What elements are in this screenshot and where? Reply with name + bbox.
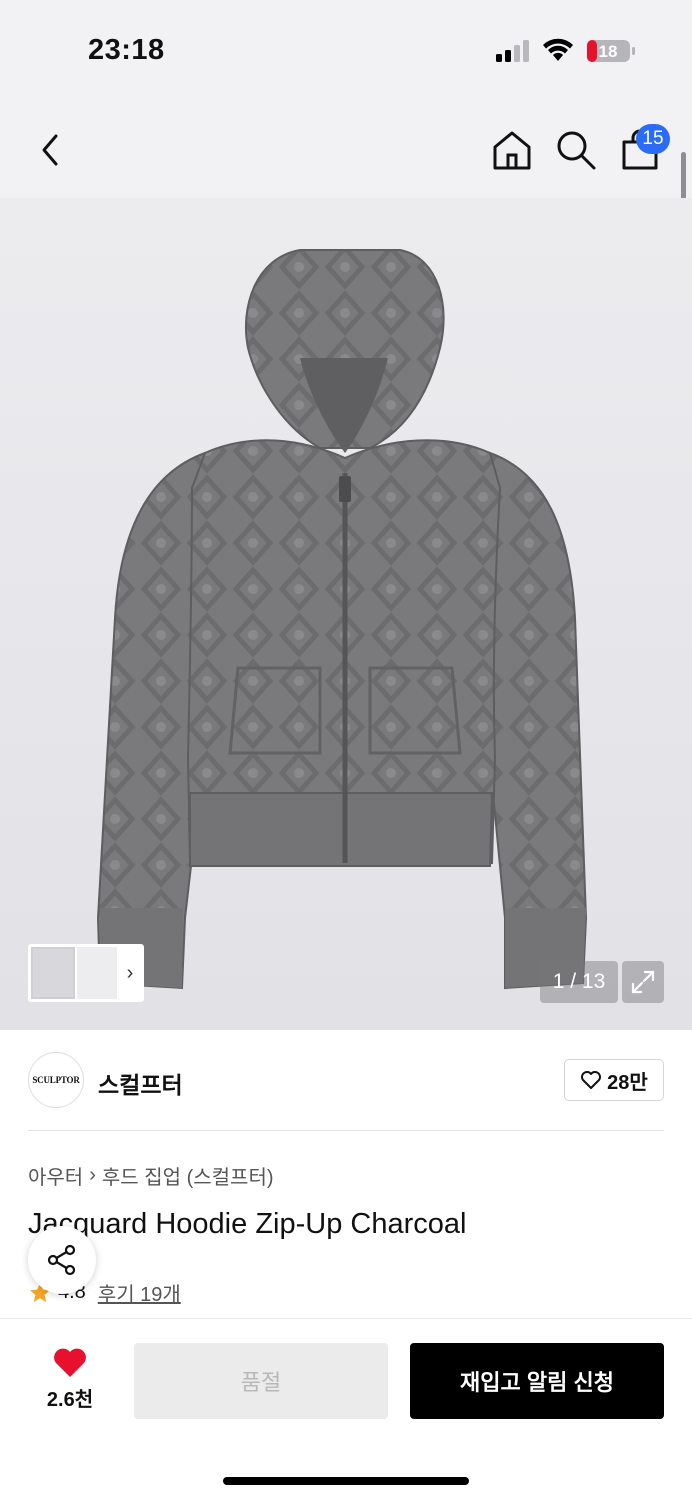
product-title: Jacquard Hoodie Zip-Up Charcoal: [28, 1208, 467, 1240]
wifi-icon: [543, 38, 573, 61]
wishlist-button[interactable]: 2.6천: [30, 1347, 110, 1417]
brand-row[interactable]: SCULPTOR 스컬프터 28만: [0, 1030, 692, 1130]
search-button[interactable]: [554, 128, 598, 172]
share-button[interactable]: [28, 1226, 96, 1294]
status-bar: 23:18 18: [0, 0, 692, 100]
battery-icon: 18: [587, 40, 635, 62]
cart-count-badge: 15: [636, 124, 670, 154]
breadcrumb-category[interactable]: 아우터: [28, 1161, 83, 1190]
thumbnail-2[interactable]: [77, 947, 117, 999]
soldout-button: 품절: [134, 1343, 388, 1419]
wishlist-count: 2.6천: [46, 1389, 94, 1411]
battery-level: 18: [599, 42, 618, 61]
breadcrumb-subcategory[interactable]: 후드 집업 (스컬프터): [102, 1161, 274, 1190]
home-button[interactable]: [490, 128, 534, 172]
brand-logo[interactable]: SCULPTOR: [28, 1052, 84, 1108]
home-icon: [493, 131, 531, 170]
expand-image-button[interactable]: [622, 961, 664, 1003]
image-page-counter: 1 / 13: [540, 961, 618, 1003]
restock-alert-button[interactable]: 재입고 알림 신청: [410, 1343, 664, 1419]
search-icon: [557, 131, 596, 170]
product-image: [96, 249, 588, 990]
breadcrumb: 아우터 › 후드 집업 (스컬프터): [28, 1161, 274, 1190]
divider: [28, 1130, 664, 1131]
chevron-left-icon: [42, 134, 58, 166]
brand-name[interactable]: 스컬프터: [98, 1066, 183, 1100]
share-icon: [47, 1244, 76, 1276]
status-time: 23:18: [88, 34, 165, 66]
brand-like-count: 28만: [607, 1071, 648, 1094]
heart-filled-icon: [54, 1348, 86, 1377]
home-indicator: [223, 1477, 469, 1485]
product-image-gallery[interactable]: ›: [0, 198, 692, 1030]
thumbnail-1[interactable]: [31, 947, 75, 999]
nav-bar: [0, 100, 692, 198]
bottom-action-bar: 2.6천 품절 재입고 알림 신청: [0, 1318, 692, 1500]
cellular-signal-icon: [496, 40, 529, 62]
thumbnail-strip[interactable]: ›: [28, 944, 144, 1002]
review-count-link[interactable]: 후기 19개: [98, 1278, 181, 1307]
back-button[interactable]: [30, 128, 70, 172]
chevron-right-icon[interactable]: ›: [119, 947, 141, 999]
brand-like-button[interactable]: 28만: [564, 1059, 664, 1101]
breadcrumb-separator-icon: ›: [89, 1164, 96, 1186]
expand-icon: [631, 970, 655, 994]
heart-outline-icon: [581, 1071, 602, 1089]
